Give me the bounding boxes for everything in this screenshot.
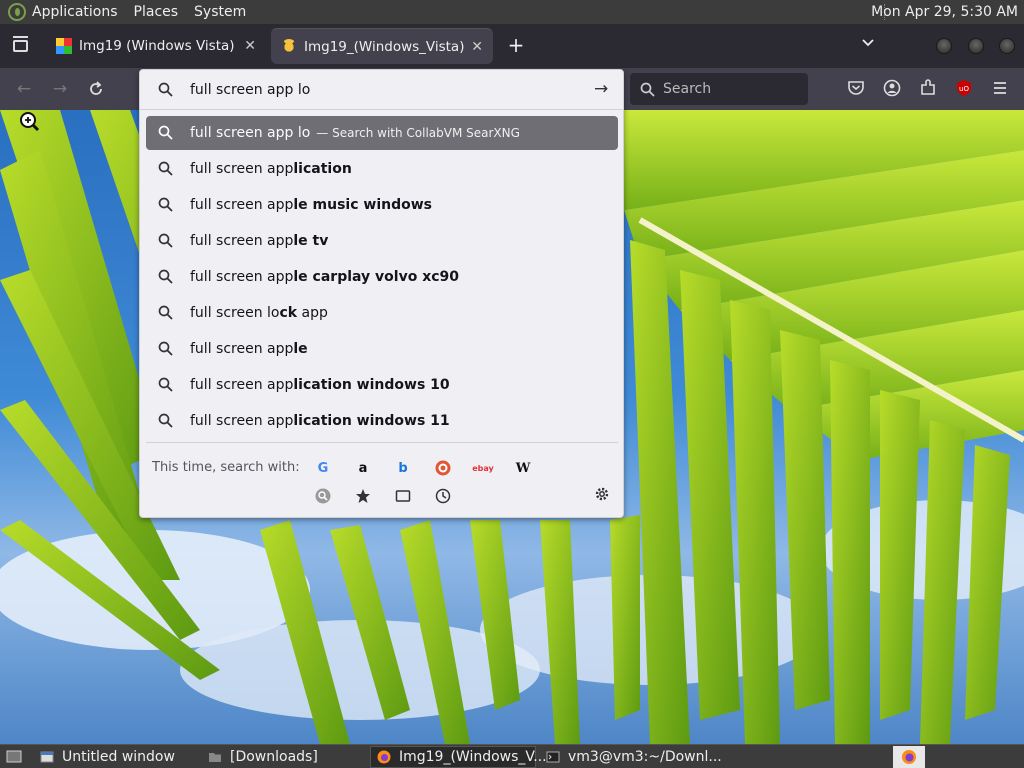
divider [146, 442, 618, 443]
close-tab-icon[interactable]: ✕ [471, 39, 483, 55]
search-icon [158, 82, 173, 97]
folder-icon [208, 750, 222, 764]
search-icon [158, 341, 173, 356]
search-bar[interactable]: Search [630, 73, 808, 105]
suggestion-row[interactable]: full screen lock app [146, 296, 618, 330]
taskbar-label: Untitled window [62, 749, 175, 765]
ebay-icon[interactable]: ebay [472, 459, 494, 477]
window-icon [40, 750, 54, 764]
taskbar-label: vm3@vm3:~/Downl... [568, 749, 722, 765]
gnome-foot-icon[interactable] [8, 3, 26, 21]
svg-text:uO: uO [959, 85, 969, 93]
firefox-view-button[interactable] [0, 24, 40, 68]
search-placeholder: Search [663, 81, 712, 97]
forward-arrow-icon[interactable]: → [47, 76, 73, 102]
suggestion-row[interactable]: full screen apple tv [146, 224, 618, 258]
ublock-origin-icon[interactable]: uO [955, 79, 973, 97]
search-icon [158, 305, 173, 320]
google-icon[interactable]: G [314, 459, 332, 477]
search-icon [158, 269, 173, 284]
firefox-icon [377, 750, 391, 764]
top-panel: Applications Places System Mon Apr 29, 5… [0, 0, 1024, 24]
search-icon [158, 125, 173, 140]
suggestion-row[interactable]: full screen application windows 11 [146, 404, 618, 438]
suggestion-row[interactable]: full screen apple [146, 332, 618, 366]
suggestion-text: full screen apple tv [190, 233, 329, 249]
search-icon [158, 377, 173, 392]
new-tab-icon[interactable]: + [505, 34, 527, 58]
close-tab-icon[interactable]: ✕ [244, 38, 256, 54]
suggestion-row[interactable]: full screen apple carplay volvo xc90 [146, 260, 618, 294]
duckduckgo-icon[interactable] [434, 459, 452, 477]
suggestion-text: full screen app lo [190, 125, 311, 141]
suggestion-text: full screen application windows 11 [190, 413, 450, 429]
extensions-icon[interactable] [919, 79, 937, 97]
searxng-icon[interactable] [314, 487, 332, 505]
taskbar-item-untitled-window[interactable]: Untitled window [34, 746, 198, 768]
amazon-icon[interactable]: a [354, 459, 372, 477]
account-icon[interactable] [883, 79, 901, 97]
workspace-switcher[interactable] [893, 746, 925, 768]
search-icon [158, 161, 173, 176]
suggestion-row[interactable]: full screen apple music windows [146, 188, 618, 222]
tab-title: Img19 (Windows Vista) - Image [79, 38, 238, 54]
bing-icon[interactable]: b [394, 459, 412, 477]
suggestion-text: full screen apple music windows [190, 197, 433, 213]
taskbar-label: Img19_(Windows_V... [399, 749, 547, 765]
zoom-in-cursor-icon [18, 110, 40, 132]
search-icon [158, 233, 173, 248]
menu-places[interactable]: Places [134, 4, 179, 20]
history-clock-icon[interactable] [434, 487, 452, 505]
taskbar-label: [Downloads] [230, 749, 318, 765]
suggestion-text: full screen apple [190, 341, 308, 357]
maximize-button[interactable] [968, 38, 984, 54]
minimize-button[interactable] [936, 38, 952, 54]
taskbar-item-firefox[interactable]: Img19_(Windows_V... [370, 746, 547, 768]
chevron-down-icon[interactable] [858, 36, 878, 56]
tab-bar: Img19 (Windows Vista) - Image ✕ Img19_(W… [0, 24, 1024, 68]
show-desktop-button[interactable] [2, 746, 26, 768]
reload-icon[interactable] [83, 76, 109, 102]
gear-icon[interactable] [594, 486, 610, 507]
back-arrow-icon[interactable]: ← [11, 76, 37, 102]
suggestion-row-searxng[interactable]: full screen app lo — Search with CollabVM… [146, 116, 618, 150]
menu-system[interactable]: System [194, 4, 246, 20]
suggestion-text: full screen lock app [190, 305, 328, 321]
tab-img19-image[interactable]: Img19 (Windows Vista) - Image ✕ [46, 28, 266, 64]
bottom-taskbar: Untitled window [Downloads] Img19_(Windo… [0, 744, 1024, 768]
menu-applications[interactable]: Applications [32, 4, 118, 20]
flower-favicon-icon [281, 38, 297, 55]
suggestion-row[interactable]: full screen application windows 10 [146, 368, 618, 402]
address-input[interactable] [190, 78, 570, 102]
terminal-icon [546, 750, 560, 764]
address-bar-dropdown: → full screen app lo — Search with Collab… [139, 69, 624, 518]
address-bar[interactable]: → [140, 70, 623, 110]
wikipedia-icon[interactable]: W [514, 459, 532, 477]
tab-img19-webp[interactable]: Img19_(Windows_Vista).webp ✕ [271, 28, 493, 64]
bookmarks-star-icon[interactable] [354, 487, 372, 505]
tab-title: Img19_(Windows_Vista).webp [304, 38, 465, 55]
suggestion-text: full screen application windows 10 [190, 377, 450, 393]
suggestion-text: full screen application [190, 161, 352, 177]
search-engine-hint: — Search with CollabVM SearXNG [316, 126, 520, 140]
one-off-search-label: This time, search with: [152, 460, 300, 475]
suggestion-text: full screen apple carplay volvo xc90 [190, 269, 460, 285]
firefox-view-icon [12, 36, 28, 52]
taskbar-item-terminal[interactable]: vm3@vm3:~/Downl... [540, 746, 722, 768]
close-window-button[interactable] [999, 38, 1015, 54]
pocket-icon[interactable] [847, 79, 865, 97]
clock[interactable]: Mon Apr 29, 5:30 AM [871, 4, 1018, 20]
go-arrow-icon[interactable]: → [594, 79, 608, 99]
search-icon [158, 197, 173, 212]
hamburger-menu-icon[interactable] [991, 79, 1009, 97]
suggestion-row[interactable]: full screen application [146, 152, 618, 186]
search-icon [640, 82, 655, 97]
image-favicon-icon [56, 38, 72, 54]
tabs-icon[interactable] [394, 487, 412, 505]
search-icon [158, 413, 173, 428]
taskbar-item-downloads[interactable]: [Downloads] [202, 746, 366, 768]
